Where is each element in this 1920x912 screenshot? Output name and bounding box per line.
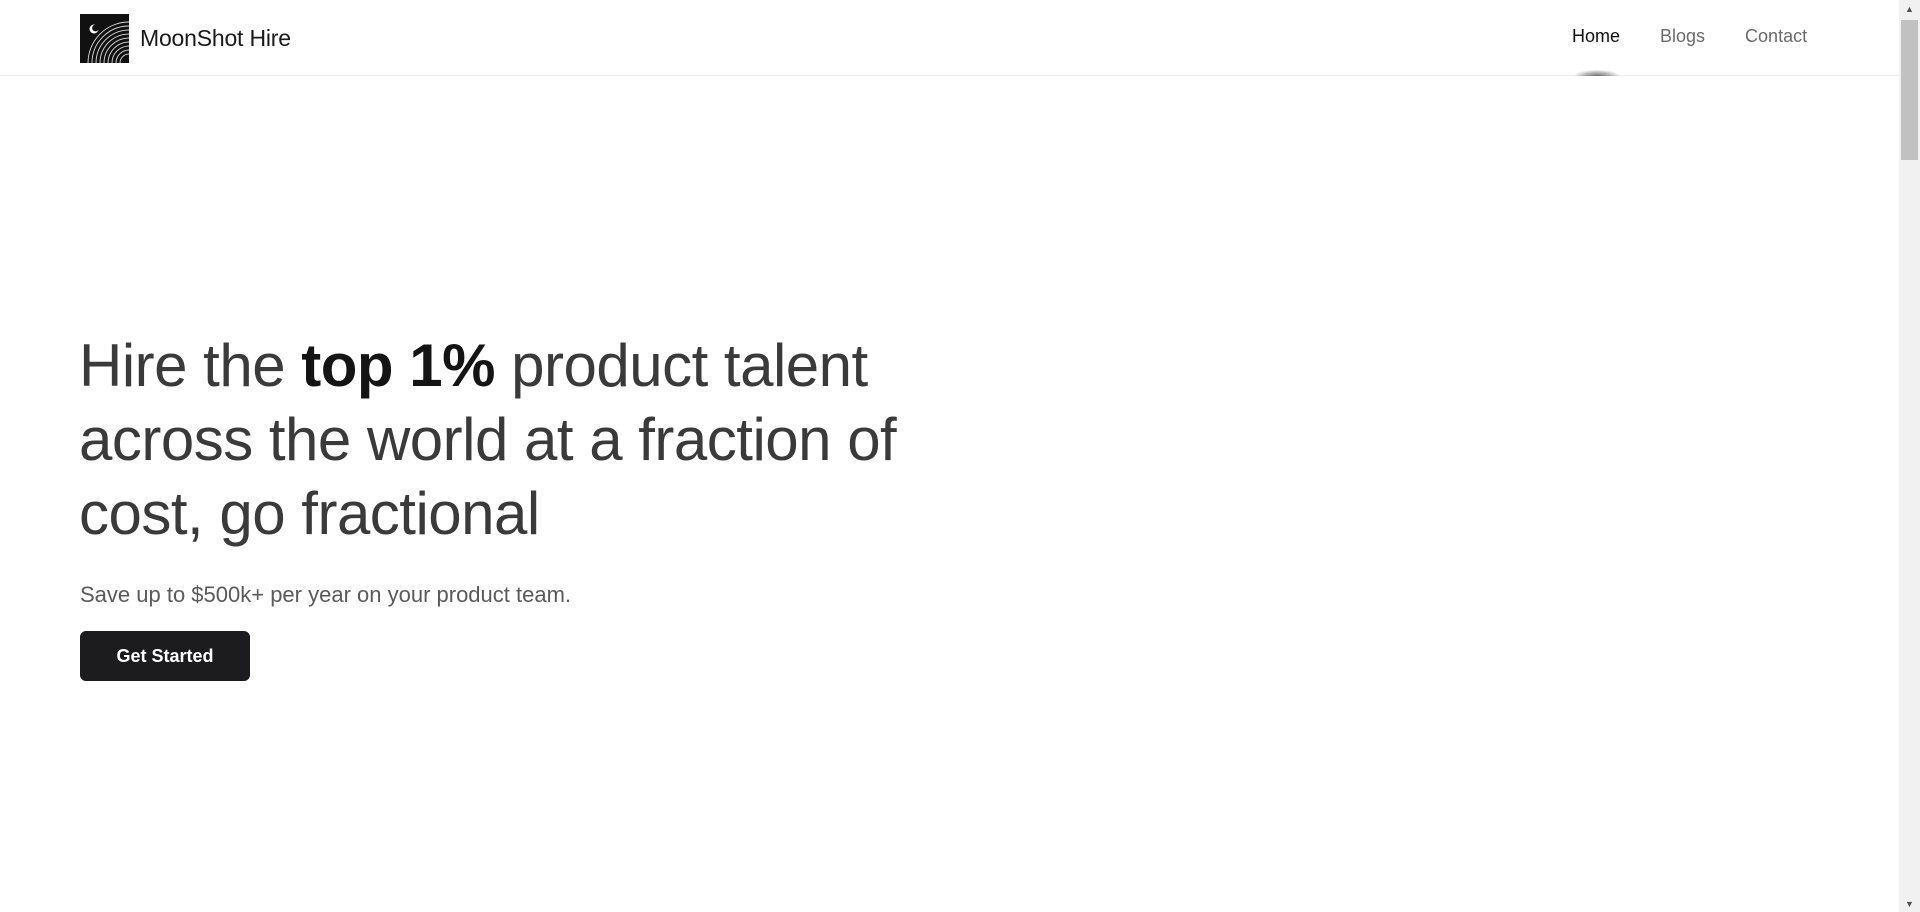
site-header: MoonShot Hire Home Blogs Contact xyxy=(0,0,1899,76)
vertical-scrollbar[interactable]: ▲ ▼ xyxy=(1899,0,1920,912)
nav-home-link[interactable]: Home xyxy=(1572,26,1620,47)
headline-emphasis: top 1% xyxy=(301,332,495,399)
moon-logo-icon xyxy=(80,13,129,63)
brand-name: MoonShot Hire xyxy=(140,24,291,51)
page: MoonShot Hire Home Blogs Contact Hire th… xyxy=(0,0,1920,912)
get-started-button[interactable]: Get Started xyxy=(80,631,250,681)
hero-subtitle: Save up to $500k+ per year on your produ… xyxy=(80,582,572,607)
headline-text-start: Hire the xyxy=(79,332,302,399)
brand-link[interactable]: MoonShot Hire xyxy=(80,13,291,63)
scroll-up-arrow-icon[interactable]: ▲ xyxy=(1899,0,1920,17)
nav-active-indicator xyxy=(1575,70,1619,76)
nav-contact-link[interactable]: Contact xyxy=(1745,26,1807,47)
scrollbar-thumb[interactable] xyxy=(1901,20,1918,160)
hero-headline: Hire the top 1% product talent across th… xyxy=(79,329,959,551)
main-nav: Home Blogs Contact xyxy=(1572,26,1807,47)
scroll-down-arrow-icon[interactable]: ▼ xyxy=(1899,895,1920,912)
nav-blogs-link[interactable]: Blogs xyxy=(1660,26,1705,47)
